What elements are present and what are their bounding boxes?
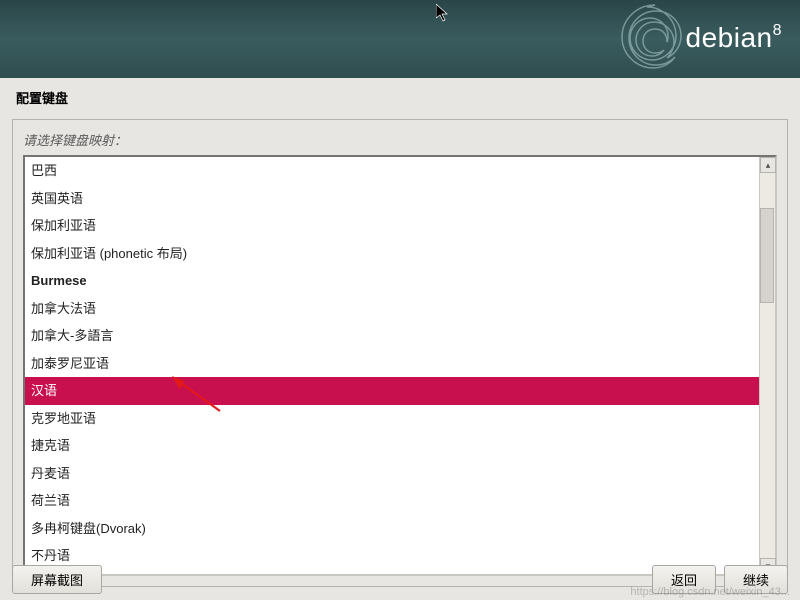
list-item[interactable]: 保加利亚语 <box>25 212 759 240</box>
installer-header: debian8 <box>0 0 800 78</box>
scroll-track[interactable] <box>760 173 775 558</box>
list-item[interactable]: 克罗地亚语 <box>25 405 759 433</box>
list-item[interactable]: 英国英语 <box>25 185 759 213</box>
back-button[interactable]: 返回 <box>652 565 716 594</box>
list-item[interactable]: 加拿大法语 <box>25 295 759 323</box>
keyboard-listbox[interactable]: 巴西英国英语保加利亚语保加利亚语 (phonetic 布局)Burmese加拿大… <box>23 155 777 576</box>
content-frame: 请选择键盘映射： 巴西英国英语保加利亚语保加利亚语 (phonetic 布局)B… <box>12 119 788 587</box>
brand-text: debian8 <box>686 22 783 54</box>
scrollbar[interactable]: ▴ ▾ <box>759 157 775 574</box>
page-title: 配置键盘 <box>0 78 800 115</box>
list-item[interactable]: 加拿大-多語言 <box>25 322 759 350</box>
list-item[interactable]: 多冉柯键盘(Dvorak) <box>25 515 759 543</box>
brand-name: debian <box>686 22 773 53</box>
keyboard-list[interactable]: 巴西英国英语保加利亚语保加利亚语 (phonetic 布局)Burmese加拿大… <box>25 157 759 574</box>
list-item[interactable]: 保加利亚语 (phonetic 布局) <box>25 240 759 268</box>
list-item[interactable]: 捷克语 <box>25 432 759 460</box>
screenshot-button[interactable]: 屏幕截图 <box>12 565 102 594</box>
brand-version: 8 <box>773 22 782 39</box>
prompt-label: 请选择键盘映射： <box>23 130 777 149</box>
scroll-up-arrow[interactable]: ▴ <box>760 157 776 173</box>
list-item[interactable]: 丹麦语 <box>25 460 759 488</box>
list-item[interactable]: 荷兰语 <box>25 487 759 515</box>
nav-button-group: 返回 继续 <box>652 565 788 594</box>
scroll-thumb[interactable] <box>760 208 774 303</box>
list-item[interactable]: Burmese <box>25 267 759 295</box>
list-item[interactable]: 汉语 <box>25 377 759 405</box>
continue-button[interactable]: 继续 <box>724 565 788 594</box>
bottom-bar: 屏幕截图 返回 继续 <box>0 564 800 600</box>
list-item[interactable]: 巴西 <box>25 157 759 185</box>
list-item[interactable]: 加泰罗尼亚语 <box>25 350 759 378</box>
